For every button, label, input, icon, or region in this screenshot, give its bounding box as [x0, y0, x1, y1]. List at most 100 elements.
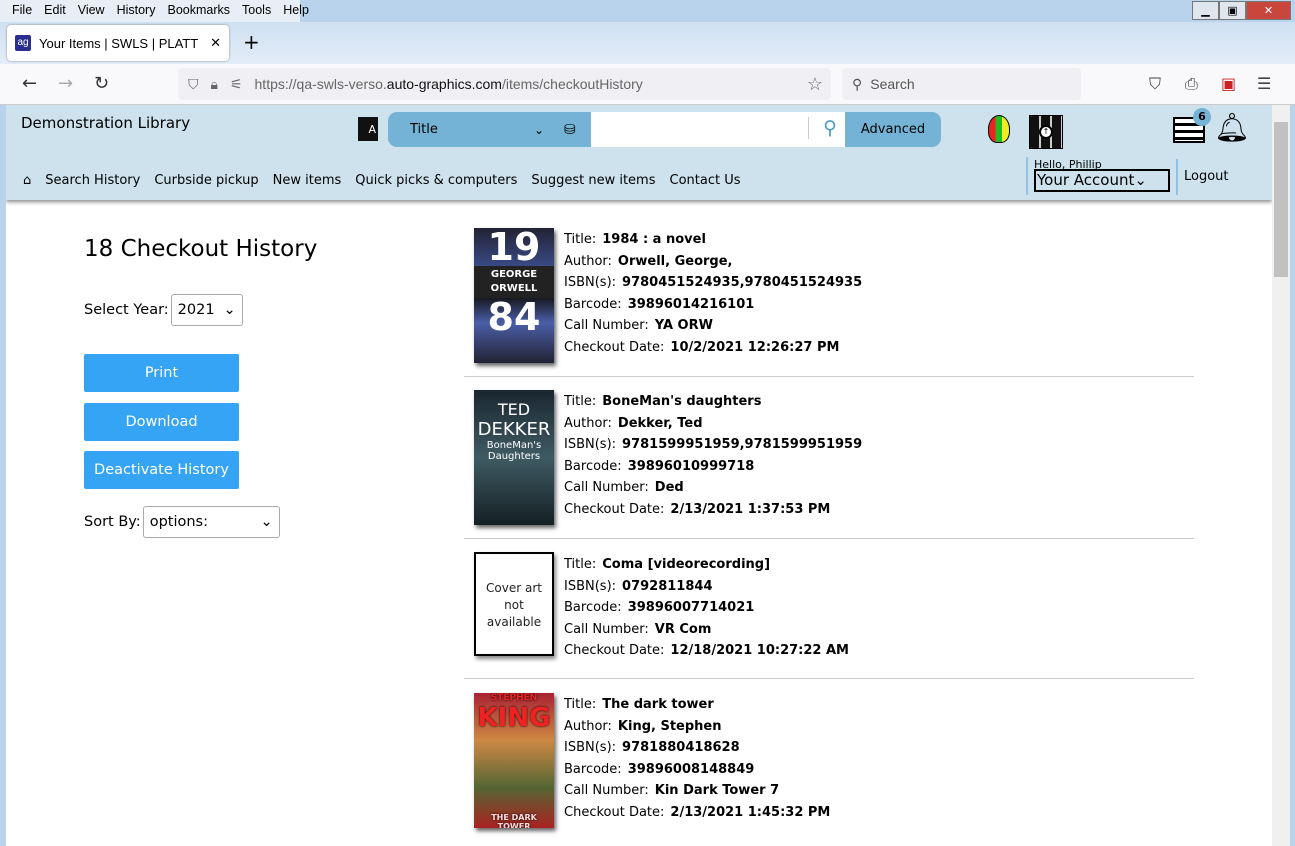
field-call-number: Call Number: YA ORW	[564, 318, 713, 333]
field-checkout-date: Checkout Date: 2/13/2021 1:37:53 PM	[564, 501, 831, 517]
menu-view[interactable]: View	[72, 0, 111, 22]
cover-text: STEPHEN	[490, 693, 538, 703]
back-icon[interactable]: ←	[22, 73, 37, 94]
field-author: Author: Dekker, Ted	[564, 415, 703, 431]
your-account-dropdown[interactable]: Your Account⌄	[1034, 169, 1170, 192]
bookmark-star-icon[interactable]: ☆	[807, 74, 823, 95]
year-selector: Select Year: 2021 ⌄	[84, 294, 243, 326]
nav-suggest-new-items[interactable]: Suggest new items	[531, 173, 655, 188]
cover-placeholder[interactable]: Cover art not available	[474, 552, 554, 656]
field-title: Title: BoneMan's daughters	[564, 394, 762, 409]
bell-icon[interactable]: 🔔︎	[1214, 111, 1250, 144]
download-button[interactable]: Download	[84, 403, 239, 441]
nav-curbside-pickup[interactable]: Curbside pickup	[154, 173, 258, 188]
search-placeholder: Search	[870, 76, 915, 92]
minimize-button[interactable]: ▁	[1192, 1, 1219, 20]
lock-icon[interactable]: 🔒︎	[211, 76, 218, 93]
site-header: Demonstration Library A Title ⌄ ⛁ ⚲ Adva…	[6, 105, 1272, 200]
favicon-icon: ag	[15, 35, 31, 51]
shield-icon[interactable]: ⛉	[188, 76, 199, 93]
pocket-icon[interactable]: ⛉	[1149, 74, 1161, 94]
cover-text: DEKKER	[477, 419, 551, 440]
item-details: Title: BoneMan's daughters Author: Dekker,…	[564, 394, 862, 523]
close-tab-icon[interactable]: ✕	[210, 35, 221, 51]
menu-edit[interactable]: Edit	[38, 0, 72, 22]
account-area: Hello, Phillip Your Account⌄	[1026, 157, 1170, 195]
scrollbar-thumb[interactable]	[1274, 122, 1288, 277]
close-window-button[interactable]: ✕	[1246, 1, 1291, 20]
chevron-down-icon: ⌄	[534, 122, 545, 137]
field-call-number: Call Number: Ded	[564, 480, 684, 495]
field-title: Title: 1984 : a novel	[564, 232, 706, 247]
item-details: Title: The dark tower Author: King, Stephe…	[564, 697, 830, 826]
book-cover[interactable]: STEPHEN KING THE DARK TOWER	[474, 693, 554, 828]
field-call-number: Call Number: VR Com	[564, 621, 712, 637]
field-isbn: ISBN(s): 9780451524935,9780451524935	[564, 275, 863, 290]
url-domain: auto-graphics.com	[386, 76, 502, 92]
field-isbn: ISBN(s): 9781880418628	[564, 740, 740, 755]
cover-text: BoneMan's Daughters	[486, 440, 542, 462]
cover-text: 19	[487, 228, 541, 269]
field-author: Author: King, Stephen	[564, 718, 722, 734]
menu-help[interactable]: Help	[277, 0, 315, 22]
field-barcode: Barcode: 39896014216101	[564, 296, 755, 312]
browser-search-box[interactable]: ⚲ Search	[842, 68, 1081, 100]
url-path: /items/checkoutHistory	[501, 76, 643, 92]
vertical-scrollbar[interactable]	[1272, 105, 1290, 846]
url-prefix: https://qa-swls-verso.	[254, 76, 387, 92]
hamburger-menu-icon[interactable]: ☰	[1257, 74, 1271, 93]
extension-icon[interactable]: ▣	[1221, 74, 1236, 93]
advanced-search-button[interactable]: Advanced	[845, 112, 941, 147]
sort-select[interactable]: options: ⌄	[142, 506, 280, 538]
year-value: 2021	[177, 302, 215, 318]
permissions-icon[interactable]: ⚟	[230, 76, 243, 93]
menu-tools[interactable]: Tools	[236, 0, 277, 22]
shelf-browse-icon[interactable]: ↑	[1029, 115, 1063, 149]
menu-bookmarks[interactable]: Bookmarks	[161, 0, 236, 22]
site-nav: ⌂ Search History Curbside pickup New ite…	[23, 173, 741, 188]
hot-air-balloon-icon[interactable]	[988, 115, 1010, 143]
search-input[interactable]: ⚲	[591, 112, 845, 147]
menu-file[interactable]: File	[6, 0, 38, 22]
logout-link[interactable]: Logout	[1176, 159, 1229, 195]
book-cover[interactable]: 19 GEORGE ORWELL 84	[474, 228, 554, 363]
nav-new-items[interactable]: New items	[273, 173, 342, 188]
cover-text: THE DARK TOWER	[491, 813, 537, 828]
search-icon: ⚲	[852, 75, 863, 92]
maximize-button[interactable]: ▣	[1219, 1, 1246, 20]
book-cover[interactable]: TED DEKKER BoneMan's Daughters	[474, 390, 554, 525]
checkout-item: TED DEKKER BoneMan's Daughters Title: BoneM…	[464, 390, 1194, 539]
translate-icon[interactable]: A	[358, 117, 378, 141]
print-icon[interactable]: ⎙	[1185, 74, 1198, 94]
field-barcode: Barcode: 39896008148849	[564, 761, 755, 777]
reload-icon[interactable]: ↻	[94, 73, 109, 94]
sort-selector: Sort By: options: ⌄	[84, 506, 280, 538]
nav-contact-us[interactable]: Contact Us	[670, 173, 741, 188]
field-isbn: ISBN(s): 9781599951959,9781599951959	[564, 437, 863, 452]
print-button[interactable]: Print	[84, 354, 239, 392]
home-icon[interactable]: ⌂	[23, 173, 31, 188]
library-name: Demonstration Library	[21, 114, 191, 132]
nav-search-history[interactable]: Search History	[45, 173, 140, 188]
nav-quick-picks[interactable]: Quick picks & computers	[355, 173, 517, 188]
search-icon[interactable]: ⚲	[808, 117, 837, 139]
url-bar[interactable]: ⛉ 🔒︎ ⚟ https://qa-swls-verso.auto-graphi…	[178, 68, 831, 100]
tab-your-items[interactable]: ag Your Items | SWLS | PLATT | Auto-Grap…	[7, 25, 229, 61]
field-checkout-date: Checkout Date: 10/2/2021 12:26:27 PM	[564, 339, 840, 355]
field-title: Title: Coma [videorecording]	[564, 557, 771, 572]
field-isbn: ISBN(s): 0792811844	[564, 578, 713, 594]
item-details: Title: 1984 : a novel Author: Orwell, Geor…	[564, 232, 862, 361]
menu-history[interactable]: History	[111, 0, 162, 22]
new-tab-button[interactable]: +	[243, 30, 260, 54]
database-icon[interactable]: ⛁	[564, 122, 576, 138]
tab-bar: ag Your Items | SWLS | PLATT | Auto-Grap…	[0, 22, 1295, 64]
greeting: Hello, Phillip	[1034, 158, 1102, 171]
item-details: Title: Coma [videorecording] ISBN(s): 0792…	[564, 557, 849, 665]
year-select[interactable]: 2021 ⌄	[170, 294, 243, 326]
forward-icon[interactable]: →	[58, 73, 73, 94]
search-bar: Title ⌄ ⛁ ⚲ Advanced	[388, 112, 941, 147]
deactivate-history-button[interactable]: Deactivate History	[84, 451, 239, 489]
chevron-down-icon: ⌄	[223, 302, 236, 318]
search-type-select[interactable]: Title ⌄ ⛁	[388, 112, 591, 147]
checkout-item: STEPHEN KING THE DARK TOWER Title: The dark…	[464, 693, 1194, 846]
